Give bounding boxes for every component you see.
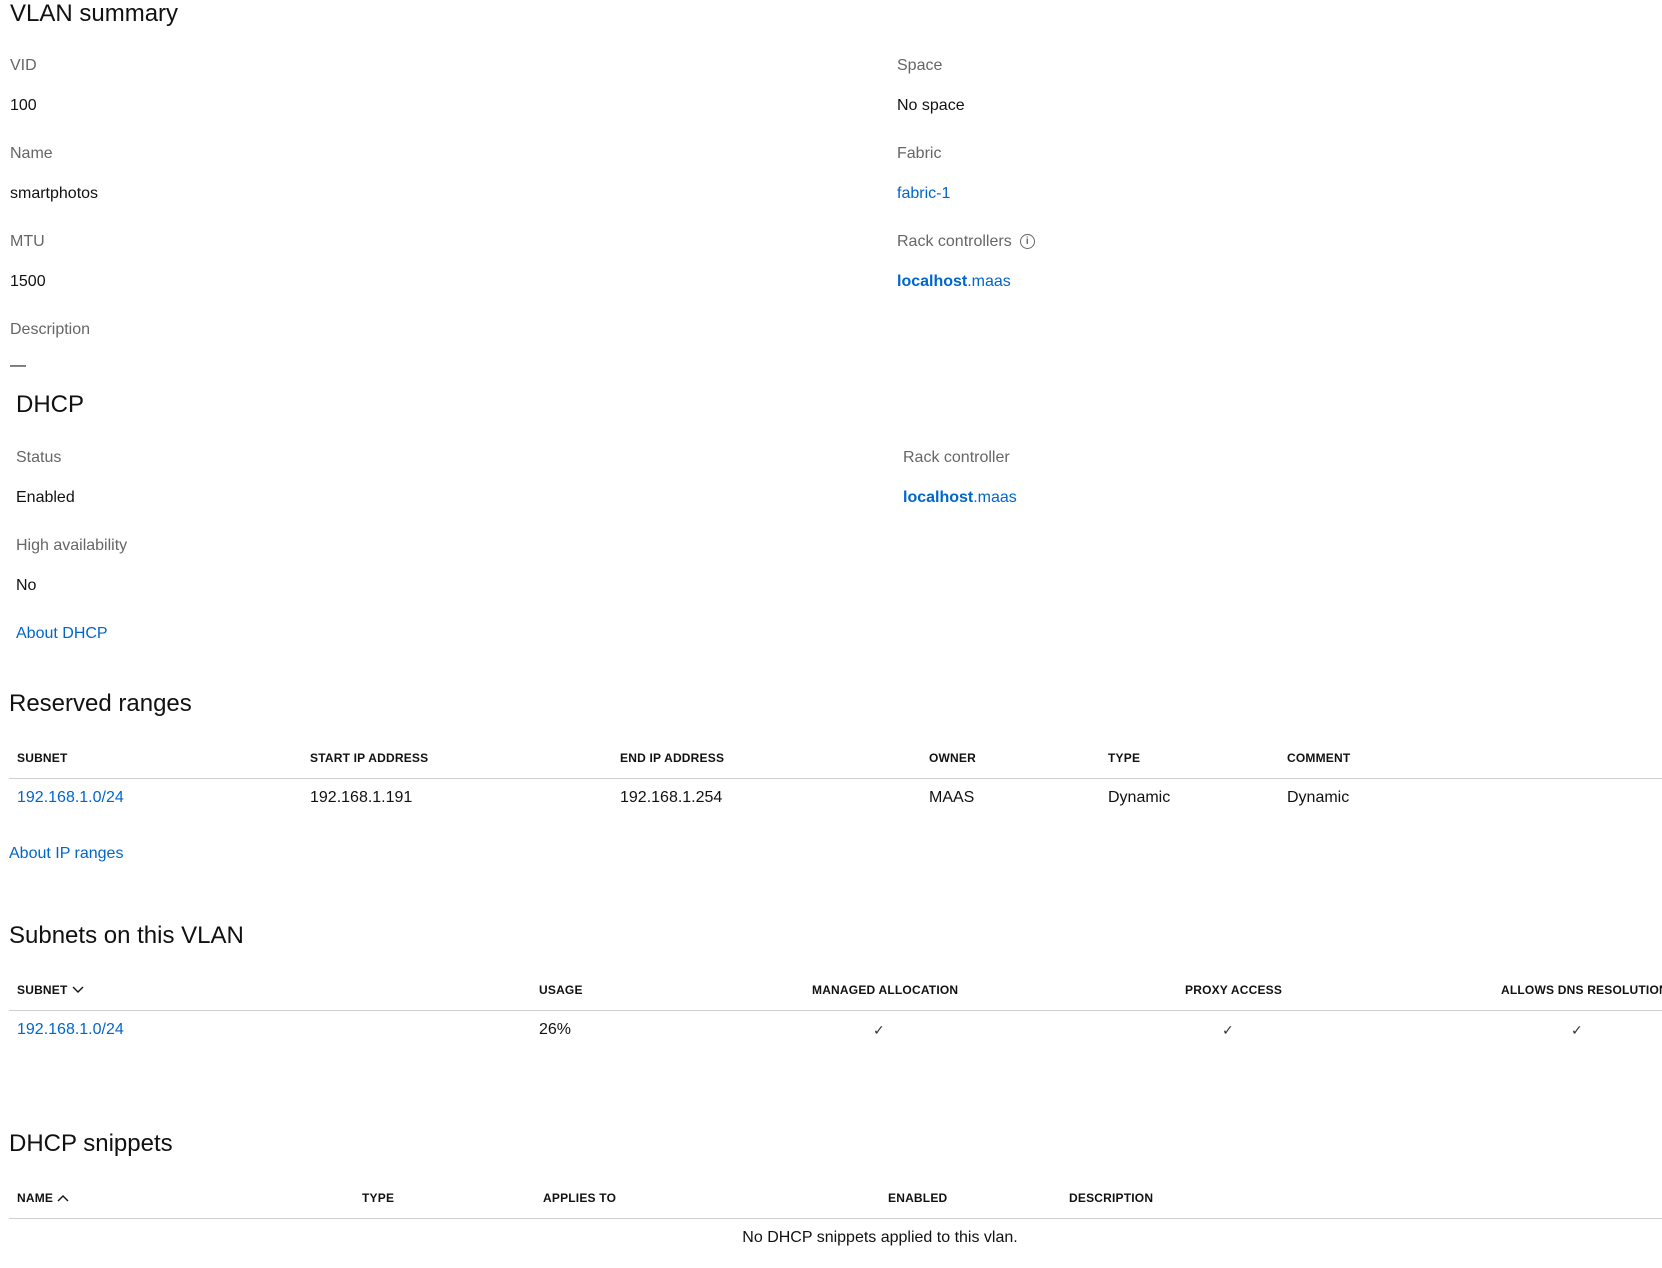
mtu-value: 1500 [10, 273, 46, 290]
snip-col-name-label: NAME [17, 1191, 54, 1205]
ha-label: High availability [16, 537, 128, 554]
vlan-summary-title: VLAN summary [10, 0, 179, 27]
sub-col-subnet-label: SUBNET [17, 983, 68, 997]
snip-col-applies: APPLIES TO [543, 1191, 617, 1205]
about-dhcp-link[interactable]: About DHCP [16, 625, 108, 643]
sub-usage: 26% [539, 1021, 572, 1038]
fabric-label: Fabric [897, 145, 942, 162]
sub-col-dns: ALLOWS DNS RESOLUTION [1501, 983, 1662, 997]
rr-col-end: END IP ADDRESS [620, 751, 725, 765]
dns-resolution-check-icon: ✓ [1571, 1022, 1583, 1038]
dhcp-status-label: Status [16, 449, 62, 466]
proxy-access-check-icon: ✓ [1222, 1022, 1234, 1038]
snip-col-type: TYPE [362, 1191, 395, 1205]
vid-label: VID [10, 57, 37, 74]
chevron-down-icon [72, 985, 84, 997]
rr-start-ip: 192.168.1.191 [310, 789, 413, 806]
mtu-label: MTU [10, 233, 45, 250]
rack-controllers-label-text: Rack controllers [897, 233, 1012, 250]
space-value: No space [897, 97, 965, 114]
snip-header-divider [9, 1218, 1662, 1219]
about-ip-ranges-link[interactable]: About IP ranges [9, 845, 123, 863]
rr-col-owner: OWNER [929, 751, 976, 765]
dhcp-title: DHCP [16, 391, 85, 418]
name-label: Name [10, 145, 53, 162]
snippets-empty-message: No DHCP snippets applied to this vlan. [742, 1229, 1018, 1246]
name-value: smartphotos [10, 185, 99, 202]
description-value: — [10, 357, 26, 374]
snip-col-description: DESCRIPTION [1069, 1191, 1154, 1205]
rack-controllers-label: Rack controllers i [897, 233, 1035, 251]
rack-host-name: localhost [897, 273, 968, 290]
rr-comment: Dynamic [1287, 789, 1350, 806]
fabric-link[interactable]: fabric-1 [897, 185, 950, 203]
dhcp-rack-host-name: localhost [903, 489, 974, 506]
reserved-ranges-title: Reserved ranges [9, 690, 192, 717]
sub-col-subnet[interactable]: SUBNET [17, 983, 84, 997]
rr-header-divider [9, 778, 1662, 779]
dhcp-rack-controller-link[interactable]: localhost.maas [903, 489, 1017, 507]
info-icon[interactable]: i [1019, 234, 1035, 250]
rack-host-domain: .maas [967, 273, 1011, 290]
vid-value: 100 [10, 97, 37, 114]
rr-col-type: TYPE [1108, 751, 1141, 765]
sub-col-proxy: PROXY ACCESS [1185, 983, 1283, 997]
rr-subnet-link[interactable]: 192.168.1.0/24 [17, 789, 124, 807]
sub-col-managed: MANAGED ALLOCATION [812, 983, 959, 997]
sub-subnet-link[interactable]: 192.168.1.0/24 [17, 1021, 124, 1039]
rr-col-subnet: SUBNET [17, 751, 68, 765]
rack-controller-link[interactable]: localhost.maas [897, 273, 1011, 291]
sub-header-divider [9, 1010, 1662, 1011]
rr-type: Dynamic [1108, 789, 1171, 806]
rr-col-start: START IP ADDRESS [310, 751, 429, 765]
dhcp-status-value: Enabled [16, 489, 75, 506]
ha-value: No [16, 577, 37, 594]
rr-end-ip: 192.168.1.254 [620, 789, 723, 806]
chevron-up-icon [57, 1193, 69, 1205]
sub-col-usage: USAGE [539, 983, 583, 997]
dhcp-rack-controller-label: Rack controller [903, 449, 1010, 466]
description-label: Description [10, 321, 91, 338]
dhcp-snippets-title: DHCP snippets [9, 1130, 173, 1157]
space-label: Space [897, 57, 943, 74]
dhcp-rack-host-domain: .maas [973, 489, 1017, 506]
rr-owner: MAAS [929, 789, 975, 806]
rr-col-comment: COMMENT [1287, 751, 1351, 765]
subnets-title: Subnets on this VLAN [9, 922, 244, 949]
snip-col-name[interactable]: NAME [17, 1191, 69, 1205]
snip-col-enabled: ENABLED [888, 1191, 948, 1205]
managed-allocation-check-icon: ✓ [873, 1022, 885, 1038]
